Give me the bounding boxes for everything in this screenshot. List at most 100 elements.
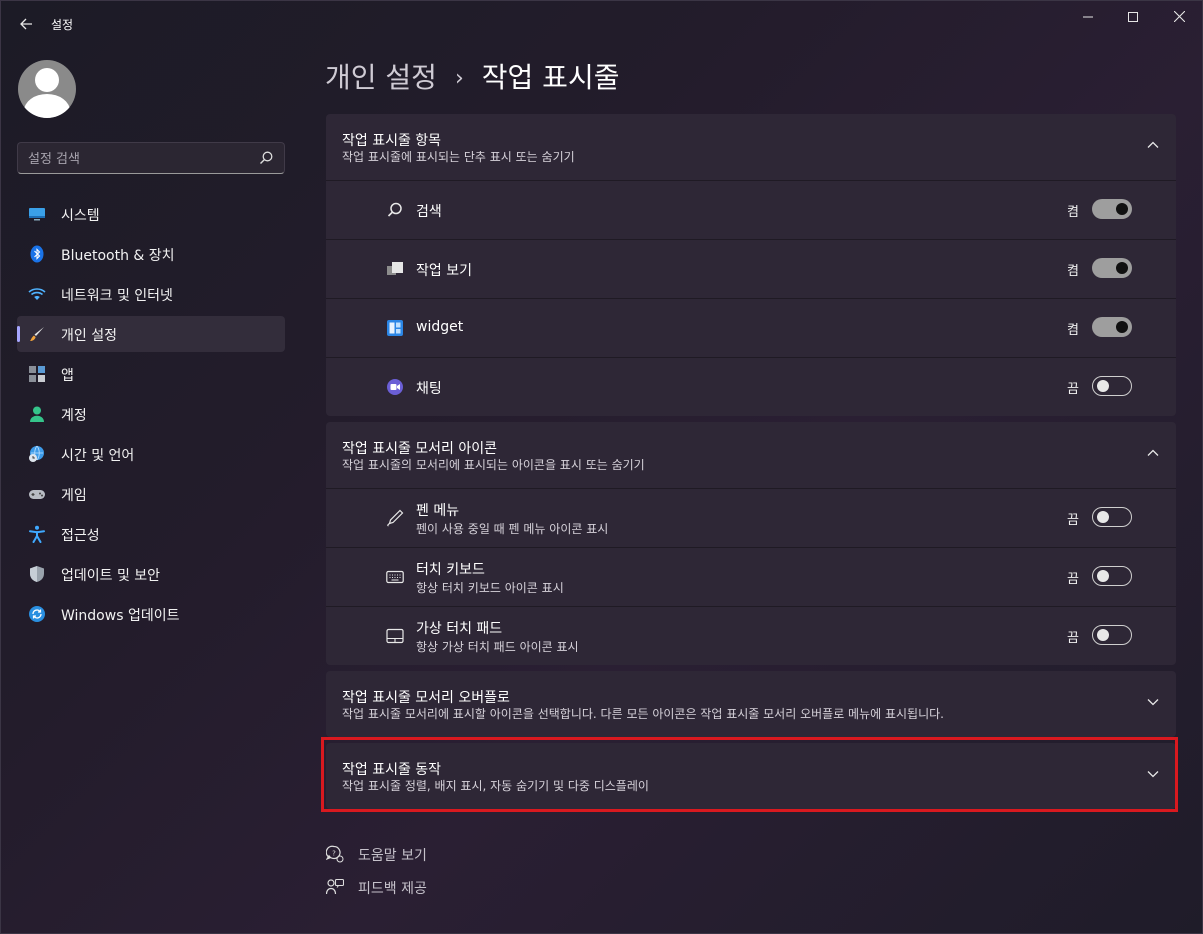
sidebar-item-label: 접근성 [61,528,100,544]
help-icon: ? [326,845,344,863]
breadcrumb: 개인 설정 › 작업 표시줄 [325,56,619,96]
setting-label: 가상 터치 패드 [416,621,503,637]
pen-menu-toggle[interactable] [1092,507,1132,527]
sidebar-item-accessibility[interactable]: 접근성 [17,516,285,552]
chevron-up-icon[interactable] [1146,446,1160,460]
apps-icon [29,366,45,382]
setting-row-touch-keyboard: 터치 키보드 항상 터치 키보드 아이콘 표시 끔 [326,547,1176,606]
section-title: 작업 표시줄 항목 [342,133,442,149]
toggle-state-label: 켬 [1067,205,1079,220]
bluetooth-icon [30,245,44,263]
close-icon [1173,10,1185,23]
arrow-left-icon [20,18,32,30]
sidebar-item-label: 시간 및 언어 [61,448,135,464]
update-icon [29,606,45,622]
touchpad-icon [386,628,404,644]
setting-label: 펜 메뉴 [416,503,460,519]
setting-label: widget [416,319,464,335]
corner-icons-section: 작업 표시줄 모서리 아이콘 작업 표시줄의 모서리에 표시되는 아이콘을 표시… [326,422,1176,665]
minimize-button[interactable] [1065,4,1111,32]
sidebar-item-time-language[interactable]: 시간 및 언어 [17,436,285,472]
chat-icon [387,379,403,395]
chevron-up-icon[interactable] [1146,138,1160,152]
minimize-icon [1083,16,1093,18]
search-input[interactable] [28,149,248,169]
section-description: 작업 표시줄에 표시되는 단추 표시 또는 숨기기 [342,150,575,164]
sidebar-item-label: 계정 [61,408,87,424]
search-icon[interactable] [258,150,274,166]
chevron-down-icon[interactable] [1146,695,1160,709]
section-title: 작업 표시줄 모서리 아이콘 [342,441,498,457]
setting-row-pen-menu: 펜 메뉴 펜이 사용 중일 때 펜 메뉴 아이콘 표시 끔 [326,488,1176,547]
keyboard-icon [386,570,404,584]
brush-icon [30,327,44,341]
setting-description: 항상 가상 터치 패드 아이콘 표시 [416,640,579,654]
sidebar-item-bluetooth[interactable]: Bluetooth & 장치 [17,236,285,272]
sidebar-item-label: Bluetooth & 장치 [61,248,175,264]
sidebar-item-label: 앱 [61,368,74,384]
feedback-icon [326,878,344,895]
sidebar-item-label: 개인 설정 [61,328,117,344]
task-view-toggle[interactable] [1092,258,1132,278]
toggle-state-label: 끔 [1067,382,1079,397]
sidebar-item-gaming[interactable]: 게임 [17,476,285,512]
sidebar-item-system[interactable]: 시스템 [17,196,285,232]
sidebar-item-label: 네트워크 및 인터넷 [61,288,173,304]
task-view-icon [387,262,403,275]
search-box[interactable] [17,142,285,174]
setting-row-task-view: 작업 보기 켬 [326,239,1176,298]
shield-icon [30,566,44,582]
chat-toggle[interactable] [1092,376,1132,396]
sidebar-item-personalization[interactable]: 개인 설정 [17,316,285,352]
gamepad-icon [29,490,45,499]
setting-row-search: 검색 켬 [326,180,1176,239]
touch-keyboard-toggle[interactable] [1092,566,1132,586]
taskbar-items-header[interactable]: 작업 표시줄 항목 작업 표시줄에 표시되는 단추 표시 또는 숨기기 [326,114,1176,180]
corner-overflow-section[interactable]: 작업 표시줄 모서리 오버플로 작업 표시줄 모서리에 표시할 아이콘을 선택합… [326,671,1176,737]
widgets-toggle[interactable] [1092,317,1132,337]
section-description: 작업 표시줄의 모서리에 표시되는 아이콘을 표시 또는 숨기기 [342,458,645,472]
corner-overflow-header[interactable]: 작업 표시줄 모서리 오버플로 작업 표시줄 모서리에 표시할 아이콘을 선택합… [326,671,1176,737]
sidebar-item-label: 게임 [61,488,87,504]
setting-description: 펜이 사용 중일 때 펜 메뉴 아이콘 표시 [416,522,609,536]
setting-row-chat: 채팅 끔 [326,357,1176,416]
setting-label: 검색 [416,204,442,220]
toggle-state-label: 켬 [1067,264,1079,279]
sidebar-item-accounts[interactable]: 계정 [17,396,285,432]
breadcrumb-separator: › [454,66,464,91]
svg-text:?: ? [332,850,336,858]
toggle-state-label: 끔 [1067,631,1079,646]
person-icon [30,406,44,422]
app-title: 설정 [51,18,74,32]
sidebar-item-windows-update[interactable]: Windows 업데이트 [17,596,285,632]
get-help-label: 도움말 보기 [358,848,427,864]
avatar[interactable] [18,60,76,118]
setting-label: 터치 키보드 [416,562,485,578]
back-button[interactable] [14,12,38,36]
maximize-icon [1128,12,1138,22]
widgets-icon [387,320,403,336]
feedback-label: 피드백 제공 [358,881,427,897]
sidebar-item-apps[interactable]: 앱 [17,356,285,392]
toggle-state-label: 끔 [1067,513,1079,528]
close-button[interactable] [1156,4,1202,32]
setting-label: 채팅 [416,381,442,397]
setting-label: 작업 보기 [416,263,472,279]
section-description: 작업 표시줄 모서리에 표시할 아이콘을 선택합니다. 다른 모든 아이콘은 작… [342,707,944,721]
search-toggle[interactable] [1092,199,1132,219]
virtual-touchpad-toggle[interactable] [1092,625,1132,645]
section-title: 작업 표시줄 모서리 오버플로 [342,690,510,706]
sidebar-item-security[interactable]: 업데이트 및 보안 [17,556,285,592]
toggle-state-label: 켬 [1067,323,1079,338]
maximize-button[interactable] [1110,4,1156,32]
toggle-state-label: 끔 [1067,572,1079,587]
corner-icons-header[interactable]: 작업 표시줄 모서리 아이콘 작업 표시줄의 모서리에 표시되는 아이콘을 표시… [326,422,1176,488]
sidebar-item-label: 시스템 [61,208,100,224]
breadcrumb-parent[interactable]: 개인 설정 [325,61,437,94]
sidebar-nav: 시스템 Bluetooth & 장치 네트워크 및 인터넷 개인 설정 앱 계정… [17,196,285,636]
sidebar-item-label: Windows 업데이트 [61,608,180,624]
accessibility-icon [29,525,45,543]
monitor-icon [29,208,45,221]
pen-icon [387,509,404,527]
sidebar-item-network[interactable]: 네트워크 및 인터넷 [17,276,285,312]
